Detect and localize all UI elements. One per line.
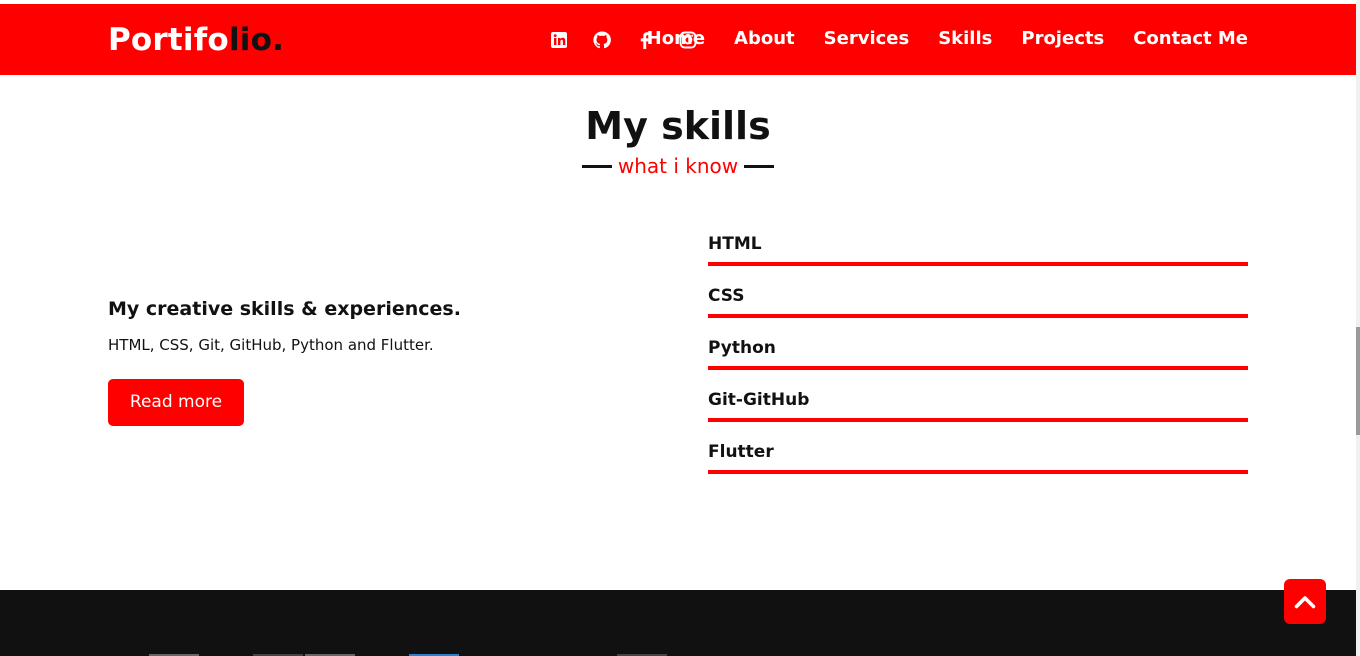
skill-name: Git-GitHub xyxy=(708,390,810,410)
skill-bar-fill xyxy=(708,470,1248,474)
skill-item: Flutter xyxy=(708,440,1248,492)
nav-link-contact[interactable]: Contact Me xyxy=(1133,28,1248,50)
navbar: Portifolio. Home About Services Skills P… xyxy=(0,4,1356,75)
chevron-up-icon xyxy=(1294,595,1316,608)
skills-intro: My creative skills & experiences. HTML, … xyxy=(108,296,628,355)
nav-link-projects[interactable]: Projects xyxy=(1021,28,1104,50)
skills-heading: My creative skills & experiences. xyxy=(108,298,461,320)
subtitle-line-left xyxy=(581,164,612,168)
linkedin-icon[interactable] xyxy=(549,30,569,50)
github-icon[interactable] xyxy=(592,30,612,50)
subtitle-line-right xyxy=(744,164,775,168)
nav-link-about[interactable]: About xyxy=(734,28,795,50)
footer xyxy=(0,590,1356,656)
page-scrollbar[interactable] xyxy=(1356,0,1360,656)
skill-bar-fill xyxy=(708,262,1248,266)
skill-bar-track xyxy=(708,366,1248,370)
skill-bar-track xyxy=(708,262,1248,266)
scroll-to-top-button[interactable] xyxy=(1284,579,1326,624)
nav-link-skills[interactable]: Skills xyxy=(938,28,992,50)
skill-bar-fill xyxy=(708,366,1248,370)
skill-name: HTML xyxy=(708,234,762,254)
skill-item: HTML xyxy=(708,232,1248,284)
read-more-button[interactable]: Read more xyxy=(108,379,244,426)
nav-links: Home About Services Skills Projects Cont… xyxy=(647,28,1248,50)
brand-logo[interactable]: Portifolio. xyxy=(108,21,284,59)
skill-bar-fill xyxy=(708,314,1248,318)
scrollbar-thumb[interactable] xyxy=(1356,327,1360,435)
skill-item: CSS xyxy=(708,284,1248,336)
logo-accent: lio. xyxy=(228,22,285,58)
skill-bar-track xyxy=(708,470,1248,474)
skill-bar-fill xyxy=(708,418,1248,422)
skill-item: Python xyxy=(708,336,1248,388)
skill-bar-track xyxy=(708,418,1248,422)
skill-name: Flutter xyxy=(708,442,774,462)
skills-list: HTML CSS Python Git-GitHub Flutter xyxy=(708,232,1248,492)
skill-bar-track xyxy=(708,314,1248,318)
nav-link-home[interactable]: Home xyxy=(647,28,705,50)
section-subtitle: what i know xyxy=(0,154,1356,178)
nav-link-services[interactable]: Services xyxy=(824,28,910,50)
subtitle-text: what i know xyxy=(617,154,739,178)
section-title: My skills xyxy=(585,104,771,148)
skill-item: Git-GitHub xyxy=(708,388,1248,440)
skills-description: HTML, CSS, Git, GitHub, Python and Flutt… xyxy=(108,336,434,354)
logo-main: Portifo xyxy=(108,22,229,58)
skill-name: CSS xyxy=(708,286,745,306)
skill-name: Python xyxy=(708,338,776,358)
